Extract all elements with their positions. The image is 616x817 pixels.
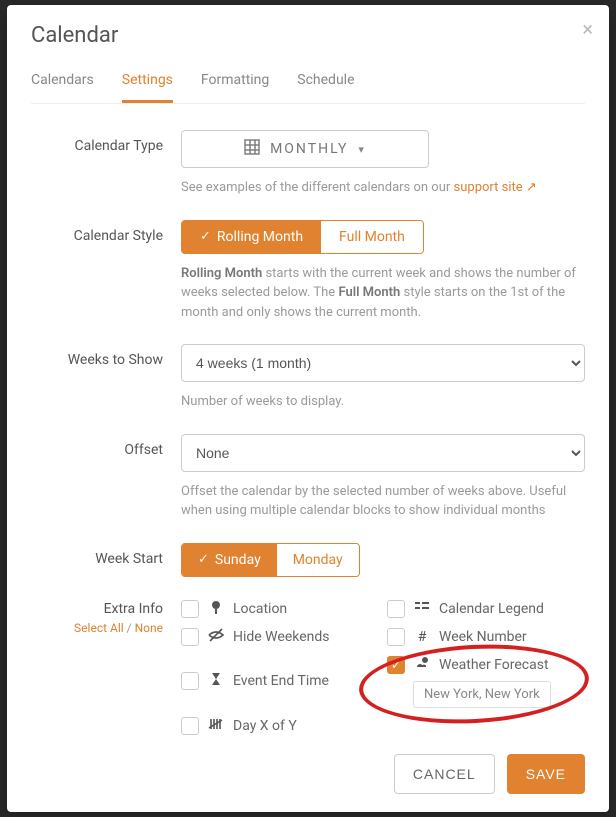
external-link-icon: ↗ — [526, 180, 537, 195]
legend-icon — [413, 599, 431, 619]
calendar-settings-modal: × Calendar Calendars Settings Formatting… — [7, 5, 609, 812]
extra-select-links: Select All / None — [31, 621, 163, 635]
caret-down-icon: ▾ — [358, 143, 366, 156]
checkbox-box — [181, 672, 199, 690]
calendar-grid-icon — [244, 139, 260, 159]
save-button[interactable]: SAVE — [507, 754, 585, 794]
checkbox-box — [387, 600, 405, 618]
checkbox-weather-forecast[interactable]: ✓ Weather Forecast — [387, 655, 585, 675]
tabs: Calendars Settings Formatting Schedule — [31, 62, 585, 104]
select-all-link[interactable]: Select All — [74, 621, 124, 635]
select-none-link[interactable]: None — [135, 621, 163, 635]
cloud-sun-icon — [413, 655, 431, 675]
calendar-style-segmented: ✓ Rolling Month Full Month — [181, 220, 424, 254]
calendar-type-select[interactable]: MONTHLY ▾ — [181, 130, 429, 168]
modal-title: Calendar — [31, 23, 585, 48]
check-icon: ✓ — [200, 229, 211, 244]
checkbox-day-x-of-y[interactable]: Day X of Y — [181, 716, 379, 736]
week-start-monday[interactable]: Monday — [277, 544, 359, 576]
hash-icon: # — [413, 629, 431, 645]
cancel-button[interactable]: CANCEL — [394, 754, 495, 794]
label-extra-info: Extra Info — [31, 601, 163, 617]
pin-icon — [207, 599, 225, 619]
style-rolling-month[interactable]: ✓ Rolling Month — [182, 221, 321, 253]
checkbox-box — [181, 717, 199, 735]
label-calendar-style: Calendar Style — [31, 220, 181, 323]
tab-settings[interactable]: Settings — [122, 62, 173, 103]
weeks-help: Number of weeks to display. — [181, 392, 585, 412]
checkbox-box — [387, 628, 405, 646]
week-start-segmented: ✓ Sunday Monday — [181, 543, 360, 577]
checkbox-hide-weekends[interactable]: Hide Weekends — [181, 627, 379, 647]
calendar-type-value: MONTHLY — [270, 141, 348, 157]
modal-footer: CANCEL SAVE — [394, 754, 585, 794]
tab-formatting[interactable]: Formatting — [201, 62, 269, 103]
check-icon: ✓ — [198, 552, 209, 567]
checkbox-box: ✓ — [387, 656, 405, 674]
weeks-to-show-select[interactable]: 4 weeks (1 month) — [181, 344, 585, 382]
checkbox-box — [181, 600, 199, 618]
tally-icon — [207, 716, 225, 736]
weather-city-input[interactable]: New York, New York — [413, 681, 551, 708]
week-start-sunday[interactable]: ✓ Sunday — [182, 544, 277, 576]
calendar-style-help: Rolling Month starts with the current we… — [181, 264, 585, 323]
checkbox-event-end-time[interactable]: Event End Time — [181, 655, 379, 708]
tab-calendars[interactable]: Calendars — [31, 62, 94, 103]
label-week-start: Week Start — [31, 543, 181, 577]
support-site-link[interactable]: support site ↗ — [454, 180, 537, 195]
label-calendar-type: Calendar Type — [31, 130, 181, 198]
label-weeks-to-show: Weeks to Show — [31, 344, 181, 412]
offset-select[interactable]: None — [181, 434, 585, 472]
checkbox-location[interactable]: Location — [181, 599, 379, 619]
label-offset: Offset — [31, 434, 181, 521]
tab-schedule[interactable]: Schedule — [297, 62, 354, 103]
eye-off-icon — [207, 627, 225, 647]
checkbox-week-number[interactable]: # Week Number — [387, 627, 585, 647]
hourglass-icon — [207, 671, 225, 691]
style-full-month[interactable]: Full Month — [321, 221, 423, 253]
checkbox-box — [181, 628, 199, 646]
calendar-type-help: See examples of the different calendars … — [181, 178, 585, 198]
close-icon[interactable]: × — [582, 19, 593, 39]
offset-help: Offset the calendar by the selected numb… — [181, 482, 585, 521]
checkbox-calendar-legend[interactable]: Calendar Legend — [387, 599, 585, 619]
